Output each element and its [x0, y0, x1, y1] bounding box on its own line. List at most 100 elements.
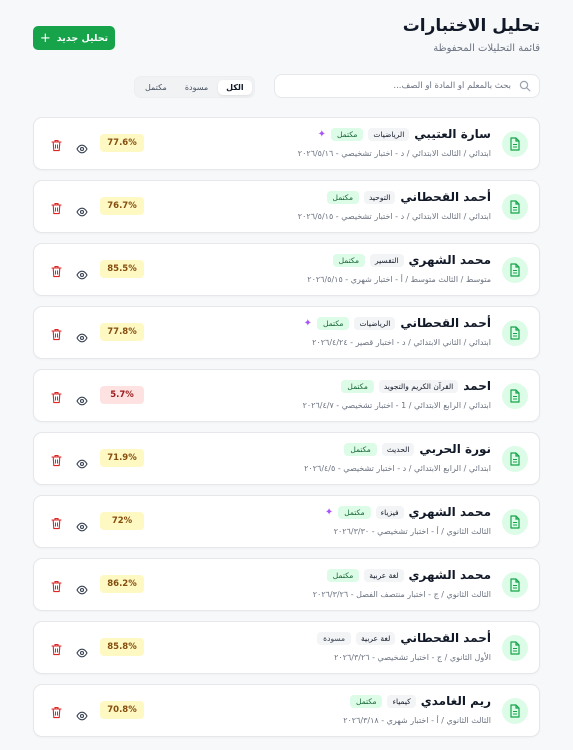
- status-badge: مكتمل: [341, 379, 374, 393]
- subject-badge: القرآن الكريم والتجويد: [378, 379, 459, 393]
- page-header: تحليل الاختبارات قائمة التحليلات المحفوظ…: [33, 16, 540, 60]
- score-badge: 5.7%: [100, 386, 144, 404]
- plus-icon: +: [39, 30, 51, 46]
- analysis-card[interactable]: محمد الشهري التفسير مكتمل متوسط / الثالث مت…: [33, 243, 540, 296]
- subject-badge: الرياضيات: [354, 316, 396, 330]
- score-badge: 85.8%: [100, 638, 144, 656]
- delete-icon[interactable]: [51, 389, 62, 404]
- analysis-card[interactable]: سارة العتيبي الرياضيات مكتمل ✦ ابتدائي / الث…: [33, 117, 540, 170]
- status-badge: مكتمل: [326, 190, 359, 204]
- teacher-name: نورة الحربي: [419, 442, 491, 456]
- subject-badge: التوحيد: [363, 190, 396, 204]
- teacher-name: ريم الغامدي: [420, 694, 491, 708]
- document-icon: [502, 131, 528, 157]
- analysis-card[interactable]: ريم الغامدي كيمياء مكتمل الثالث الثانوي / أ…: [33, 684, 540, 737]
- delete-icon[interactable]: [51, 326, 62, 341]
- teacher-name: أحمد القحطاني: [400, 316, 491, 330]
- card-heading: أحمد القحطاني التوحيد مكتمل: [326, 190, 491, 204]
- score-badge: 86.2%: [100, 575, 144, 593]
- teacher-name: محمد الشهري: [408, 505, 491, 519]
- view-icon[interactable]: [76, 139, 88, 154]
- analysis-card[interactable]: نورة الحربي الحديث مكتمل ابتدائي / الرابع ا…: [33, 432, 540, 485]
- page-subtitle: قائمة التحليلات المحفوظة: [433, 43, 540, 54]
- document-icon: [502, 635, 528, 661]
- view-icon[interactable]: [76, 328, 88, 343]
- teacher-name: أحمد القحطاني: [400, 631, 491, 645]
- score-badge: 76.7%: [100, 197, 144, 215]
- score-badge: 77.6%: [100, 134, 144, 152]
- ai-sparkle-icon: ✦: [317, 128, 326, 140]
- status-badge: مكتمل: [350, 694, 383, 708]
- view-icon[interactable]: [76, 454, 88, 469]
- analysis-card[interactable]: أحمد القحطاني الرياضيات مكتمل ✦ ابتدائي / ال…: [33, 306, 540, 359]
- status-badge: مكتمل: [344, 442, 377, 456]
- document-icon: [502, 194, 528, 220]
- subject-badge: لغة عربية: [364, 568, 404, 582]
- filter-tab[interactable]: مسودة: [177, 80, 216, 95]
- status-badge: مكتمل: [317, 316, 350, 330]
- card-meta: ابتدائي / الرابع الابتدائي / د - اختبار …: [304, 464, 491, 473]
- score-badge: 70.8%: [100, 701, 144, 719]
- document-icon: [502, 446, 528, 472]
- card-heading: أحمد القحطاني الرياضيات مكتمل ✦: [304, 316, 491, 330]
- subject-badge: الرياضيات: [368, 127, 410, 141]
- card-meta: ابتدائي / الرابع الابتدائي / 1 - اختبار …: [302, 401, 491, 410]
- view-icon[interactable]: [76, 391, 88, 406]
- view-icon[interactable]: [76, 517, 88, 532]
- card-heading: ريم الغامدي كيمياء مكتمل: [350, 694, 491, 708]
- analysis-card[interactable]: احمد القرآن الكريم والتجويد مكتمل ابتدائي /…: [33, 369, 540, 422]
- card-meta: متوسط / الثالث متوسط / أ - اختبار شهري -…: [307, 275, 491, 284]
- teacher-name: سارة العتيبي: [414, 127, 491, 141]
- delete-icon[interactable]: [51, 452, 62, 467]
- status-badge: مكتمل: [326, 568, 360, 582]
- card-heading: محمد الشهري فيزياء مكتمل ✦: [325, 505, 491, 519]
- document-icon: [502, 257, 528, 283]
- card-heading: محمد الشهري التفسير مكتمل: [332, 253, 491, 267]
- ai-sparkle-icon: ✦: [324, 506, 334, 518]
- new-analysis-label: تحليل جديد: [56, 32, 109, 44]
- teacher-name: محمد الشهري: [408, 253, 491, 267]
- card-heading: أحمد القحطاني لغة عربية مسودة: [317, 631, 491, 645]
- filter-tab[interactable]: مكتمل: [137, 80, 175, 95]
- analysis-card[interactable]: أحمد القحطاني التوحيد مكتمل ابتدائي / الثال…: [33, 180, 540, 233]
- subject-badge: الحديث: [381, 442, 415, 456]
- subject-badge: لغة عربية: [356, 631, 396, 645]
- status-badge: مسودة: [317, 631, 352, 645]
- search-input[interactable]: [289, 80, 513, 92]
- subject-badge: التفسير: [370, 253, 404, 267]
- filter-tab[interactable]: الكل: [218, 79, 252, 95]
- card-meta: الأول الثانوي / ج - اختبار تشخيصي - ٢٠٢٦…: [334, 653, 491, 662]
- card-meta: ابتدائي / الثاني الابتدائي / د - اختبار …: [312, 338, 491, 347]
- delete-icon[interactable]: [51, 641, 62, 656]
- analysis-card[interactable]: محمد الشهري لغة عربية مكتمل الثالث الثانوي …: [33, 558, 540, 611]
- page-title: تحليل الاختبارات: [402, 16, 540, 36]
- view-icon[interactable]: [76, 265, 88, 280]
- delete-icon[interactable]: [51, 263, 62, 278]
- status-filter-tabs: الكل مسودة مكتمل: [134, 76, 255, 98]
- new-analysis-button[interactable]: تحليل جديد +: [33, 26, 115, 50]
- card-meta: ابتدائي / الثالث الابتدائي / د - اختبار …: [297, 212, 491, 221]
- view-icon[interactable]: [76, 643, 88, 658]
- score-badge: 71.9%: [100, 449, 144, 467]
- card-heading: نورة الحربي الحديث مكتمل: [344, 442, 491, 456]
- document-icon: [502, 698, 528, 724]
- delete-icon[interactable]: [51, 137, 62, 152]
- analysis-card[interactable]: أحمد القحطاني لغة عربية مسودة الأول الثانوي…: [33, 621, 540, 674]
- delete-icon[interactable]: [51, 515, 62, 530]
- view-icon[interactable]: [76, 202, 88, 217]
- score-badge: 77.8%: [100, 323, 144, 341]
- analysis-card[interactable]: محمد الشهري فيزياء مكتمل ✦ الثالث الثانوي / …: [33, 495, 540, 548]
- delete-icon[interactable]: [51, 704, 62, 719]
- search-icon: [519, 80, 531, 92]
- delete-icon[interactable]: [51, 578, 62, 593]
- ai-sparkle-icon: ✦: [303, 317, 313, 329]
- document-icon: [502, 572, 528, 598]
- view-icon[interactable]: [76, 580, 88, 595]
- document-icon: [502, 509, 528, 535]
- teacher-name: محمد الشهري: [408, 568, 491, 582]
- status-badge: مكتمل: [332, 253, 366, 267]
- teacher-name: أحمد القحطاني: [400, 190, 491, 204]
- delete-icon[interactable]: [51, 200, 62, 215]
- search-box[interactable]: [274, 74, 540, 98]
- view-icon[interactable]: [76, 706, 88, 721]
